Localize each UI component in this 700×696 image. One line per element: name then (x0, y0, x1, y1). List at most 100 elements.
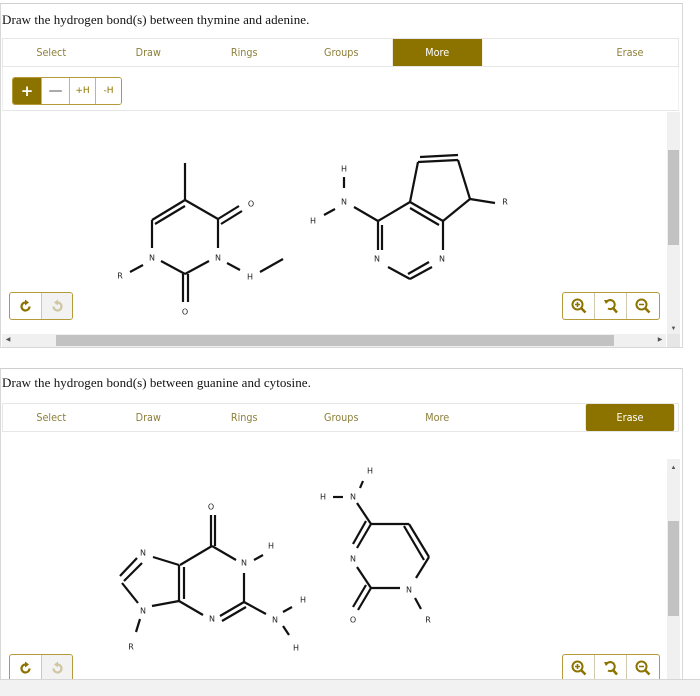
vertical-scrollbar[interactable]: ▲ (667, 459, 680, 696)
tab-erase[interactable]: Erase (586, 39, 674, 66)
redo-button[interactable] (41, 293, 72, 319)
nh-h-bond (282, 625, 290, 636)
zoom-controls (562, 654, 660, 682)
c6-c5-bond (179, 545, 213, 566)
horizontal-scroll-thumb[interactable] (56, 335, 614, 346)
vertical-scroll-thumb[interactable] (668, 150, 679, 245)
tab-draw[interactable]: Draw (103, 39, 192, 66)
atom-label-h: H (300, 596, 306, 605)
atom-label-n: N (241, 559, 247, 568)
atom-label-n: N (350, 555, 356, 564)
vertical-scrollbar[interactable]: ▼ (667, 112, 680, 334)
zoom-out-button[interactable] (627, 293, 659, 319)
scroll-up-arrow[interactable]: ▲ (667, 463, 680, 473)
tab-groups[interactable]: Groups (296, 404, 385, 431)
zoom-reset-button[interactable] (595, 293, 627, 319)
atom-label-n: N (209, 615, 215, 624)
tab-select[interactable]: Select (7, 404, 96, 431)
horizontal-scrollbar[interactable]: ◀ ▶ (2, 334, 666, 347)
atom-label-n: N (215, 254, 221, 263)
tab-erase[interactable]: Erase (585, 404, 675, 431)
question-text: Draw the hydrogen bond(s) between guanin… (2, 375, 311, 390)
scroll-left-arrow[interactable]: ◀ (2, 334, 14, 347)
atom-label-n: N (374, 255, 380, 264)
zoom-reset-icon (603, 299, 618, 314)
undo-icon (19, 661, 31, 674)
redo-button[interactable] (41, 655, 72, 681)
r-bond (469, 197, 496, 205)
tab-select[interactable]: Select (7, 39, 96, 66)
undo-button[interactable] (10, 655, 41, 681)
negative-charge-button[interactable]: — (42, 78, 70, 104)
nh-h-bond (282, 606, 293, 613)
atom-label-h: H (320, 493, 326, 502)
zoom-in-icon (571, 298, 586, 314)
c2-o-double-bond (352, 584, 367, 608)
atom-label-n: N (341, 198, 347, 207)
c4-o-double-bond (220, 210, 243, 225)
atom-label-n: N (140, 607, 146, 616)
redo-icon (52, 299, 63, 312)
tab-draw[interactable]: Draw (103, 404, 192, 431)
remove-hydrogen-button[interactable]: -H (96, 78, 121, 104)
n-h-bond (323, 208, 336, 216)
redo-icon (52, 661, 63, 674)
ring-right-bond (456, 159, 472, 200)
atom-label-o: O (208, 503, 214, 512)
c2-nh2-bond (243, 601, 267, 615)
question-panel-guanine-cytosine: Draw the hydrogen bond(s) between guanin… (0, 368, 683, 696)
add-hydrogen-button[interactable]: +H (70, 78, 96, 104)
atom-label-o: O (350, 616, 356, 625)
zoom-out-icon (635, 298, 651, 314)
c6-n1-bond (415, 556, 430, 579)
n-h-bond (358, 480, 365, 489)
tab-rings[interactable]: Rings (200, 404, 289, 431)
thymine-molecule: O N N R H O (117, 163, 284, 317)
c5-c-bond (408, 161, 420, 203)
zoom-out-icon (635, 660, 651, 676)
c6-c5-bond (377, 201, 411, 222)
c4-o-bond (217, 205, 240, 220)
drawing-toolbar: Select Draw Rings Groups More Erase (2, 403, 679, 432)
n1-r-bond (129, 264, 144, 273)
n7-c8-double-bond (119, 557, 138, 577)
tab-more[interactable]: More (393, 404, 482, 431)
atom-label-n: N (406, 586, 412, 595)
n3-h-bond (226, 262, 241, 271)
ring-top-bond (417, 158, 459, 164)
c6-n1-bond (211, 545, 237, 561)
atom-label-n: N (350, 493, 356, 502)
h-bond-stub (259, 258, 284, 273)
c4-n3-bond (356, 523, 372, 549)
c2-o-bond (357, 587, 372, 611)
history-buttons (9, 654, 73, 682)
scroll-down-arrow[interactable]: ▼ (667, 324, 680, 334)
zoom-in-button[interactable] (563, 655, 595, 681)
atom-label-r: R (425, 616, 431, 625)
zoom-reset-button[interactable] (595, 655, 627, 681)
undo-button[interactable] (10, 293, 41, 319)
n1-h-bond (253, 554, 264, 561)
atom-label-o: O (182, 308, 188, 317)
tab-groups[interactable]: Groups (296, 39, 385, 66)
n7-c8-bond (123, 562, 143, 582)
zoom-in-button[interactable] (563, 293, 595, 319)
positive-charge-button[interactable]: + (13, 78, 42, 104)
zoom-reset-icon (603, 661, 618, 676)
c2-n3-bond (184, 260, 210, 275)
tab-rings[interactable]: Rings (200, 39, 289, 66)
zoom-out-button[interactable] (627, 655, 659, 681)
zoom-controls (562, 292, 660, 320)
atom-label-r: R (502, 198, 508, 207)
ring-c4-bond (442, 198, 471, 222)
ring-top-double-bond (419, 153, 459, 159)
tab-more[interactable]: More (392, 39, 482, 66)
c5-n7-bond (152, 555, 180, 567)
vertical-scroll-thumb[interactable] (668, 521, 679, 616)
atom-label-n: N (272, 616, 278, 625)
zoom-in-icon (571, 660, 586, 676)
scroll-right-arrow[interactable]: ▶ (654, 334, 666, 347)
atom-label-h: H (367, 467, 373, 476)
